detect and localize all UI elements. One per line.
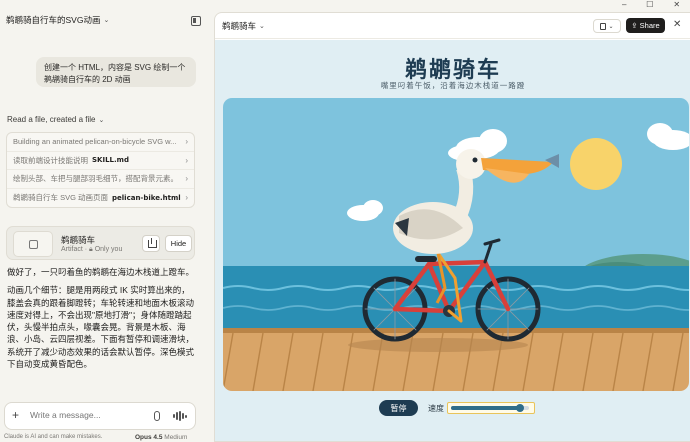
message-composer: + bbox=[4, 402, 196, 430]
artifact-title-menu[interactable]: 鹈鹕骑车 ⌄ bbox=[222, 20, 265, 32]
artifact-preview: 鹈鹕骑车 嘴里叼着午饭，沿着海边木栈道一路蹬 暂停 速度 bbox=[215, 40, 690, 441]
chat-title-menu[interactable]: 鹈鹕骑自行车的SVG动画 ⌄ bbox=[6, 14, 109, 26]
tool-step-text: 绘制头部、车把与腿部羽毛细节，搭配背景元素。 bbox=[13, 174, 178, 184]
artifact-header: 鹈鹕骑车 ⌄ ⌄ ⇪ Share ✕ bbox=[215, 13, 690, 39]
chevron-right-icon: › bbox=[185, 192, 188, 202]
reply-paragraph: 做好了，一只叼着鱼的鹈鹕在海边木栈道上蹬车。 bbox=[7, 267, 195, 277]
share-label: Share bbox=[639, 21, 660, 30]
pelican-eye bbox=[472, 157, 478, 163]
artifact-meta: Artifact · 🔒︎ Only you bbox=[61, 246, 123, 253]
tool-step-text: 读取前端设计技能说明 bbox=[13, 155, 88, 165]
speed-slider-fill bbox=[451, 406, 520, 410]
chat-panel: 鹈鹕骑自行车的SVG动画 ⌄ 创建一个 HTML，内容是 SVG 绘制一个鹈鹕骑… bbox=[0, 0, 207, 442]
tool-step[interactable]: 鹈鹕骑自行车 SVG 动画页面 pelican-bike.html › bbox=[7, 189, 194, 208]
tool-step-text: Building an animated pelican-on-bicycle … bbox=[13, 137, 177, 147]
reply-paragraph: 动画几个细节：腿是用两段式 IK 实时算出来的，膝盖会真的跟着脚蹬转；车轮转速和… bbox=[7, 285, 195, 370]
close-window-icon[interactable]: ✕ bbox=[673, 0, 680, 10]
copy-button[interactable]: ⌄ bbox=[593, 19, 621, 33]
artifact-visibility: Only you bbox=[94, 246, 123, 253]
boardwalk-edge bbox=[223, 328, 689, 333]
window-controls: – ☐ ✕ bbox=[612, 0, 690, 10]
pelican-bike-svg bbox=[223, 98, 689, 391]
tool-step-file: pelican-bike.html bbox=[112, 193, 181, 202]
page-subtitle: 嘴里叼着午饭，沿着海边木栈道一路蹬 bbox=[380, 81, 526, 90]
tool-step[interactable]: 读取前端设计技能说明 SKILL.md › bbox=[7, 152, 194, 170]
share-button[interactable]: ⇪ Share bbox=[626, 18, 665, 33]
voice-mode-icon[interactable] bbox=[173, 411, 187, 421]
maximize-icon[interactable]: ☐ bbox=[646, 0, 653, 10]
chevron-right-icon: › bbox=[185, 174, 188, 183]
sun bbox=[570, 138, 622, 190]
tool-step[interactable]: Building an animated pelican-on-bicycle … bbox=[7, 133, 194, 152]
sidebar-toggle-icon[interactable] bbox=[191, 16, 201, 26]
speed-slider[interactable] bbox=[447, 402, 535, 414]
artifact-title: 鹈鹕骑车 bbox=[222, 20, 257, 31]
chat-title: 鹈鹕骑自行车的SVG动画 bbox=[6, 15, 101, 25]
disclaimer: Claude is AI and can make mistakes. bbox=[4, 434, 103, 440]
chevron-down-icon: ⌄ bbox=[608, 23, 614, 30]
hide-button[interactable]: Hide bbox=[165, 235, 192, 252]
chevron-down-icon: ⌄ bbox=[103, 17, 110, 24]
tool-steps-list: Building an animated pelican-on-bicycle … bbox=[6, 132, 195, 208]
assistant-reply: 做好了，一只叼着鱼的鹈鹕在海边木栈道上蹬车。 动画几个细节：腿是用两段式 IK … bbox=[7, 266, 195, 376]
pause-button[interactable]: 暂停 bbox=[379, 400, 418, 416]
message-input[interactable] bbox=[30, 410, 140, 420]
artifact-name: 鹈鹕骑车 bbox=[61, 235, 96, 245]
artifact-card[interactable]: 鹈鹕骑车 Artifact · 🔒︎ Only you Hide bbox=[6, 226, 195, 260]
plus-icon[interactable]: + bbox=[12, 408, 19, 422]
chevron-right-icon: › bbox=[185, 137, 188, 146]
tool-step-text: 鹈鹕骑自行车 SVG 动画页面 bbox=[13, 193, 109, 203]
speed-label: 速度 bbox=[428, 404, 444, 413]
tool-step[interactable]: 绘制头部、车把与腿部羽毛细节，搭配背景元素。 › bbox=[7, 170, 194, 189]
minimize-icon[interactable]: – bbox=[622, 0, 626, 10]
tool-step-file: SKILL.md bbox=[92, 156, 129, 165]
chevron-right-icon: › bbox=[185, 155, 188, 165]
share-icon[interactable] bbox=[142, 235, 160, 252]
tool-summary-text: Read a file, created a file bbox=[7, 115, 96, 124]
lock-icon: 🔒︎ bbox=[89, 246, 93, 253]
tool-summary-toggle[interactable]: Read a file, created a file ⌄ bbox=[7, 115, 104, 124]
speed-slider-thumb[interactable] bbox=[515, 404, 524, 412]
animation-scene bbox=[223, 98, 689, 391]
chat-header: 鹈鹕骑自行车的SVG动画 ⌄ bbox=[0, 0, 207, 40]
speed-slider-track bbox=[451, 404, 529, 412]
code-file-icon bbox=[13, 231, 53, 257]
saddle bbox=[415, 256, 437, 262]
pelican-head bbox=[456, 149, 486, 179]
chevron-down-icon: ⌄ bbox=[259, 22, 265, 30]
model-effort: Medium bbox=[164, 434, 188, 441]
share-icon: ⇪ bbox=[631, 21, 638, 30]
user-message: 创建一个 HTML，内容是 SVG 绘制一个鹈鹕骑自行车的 2D 动画 bbox=[36, 57, 196, 87]
artifact-type: Artifact bbox=[61, 246, 83, 253]
close-icon[interactable]: ✕ bbox=[673, 19, 681, 30]
artifact-panel: 鹈鹕骑车 ⌄ ⌄ ⇪ Share ✕ 鹈鹕骑车 嘴里叼着午饭，沿着海边木栈道一路… bbox=[214, 12, 690, 442]
microphone-icon[interactable] bbox=[154, 411, 160, 421]
copy-icon bbox=[600, 22, 607, 30]
model-selector[interactable]: Opus 4.5 Medium bbox=[135, 434, 187, 441]
chevron-down-icon: ⌄ bbox=[98, 116, 105, 124]
model-name: Opus 4.5 bbox=[135, 434, 163, 441]
